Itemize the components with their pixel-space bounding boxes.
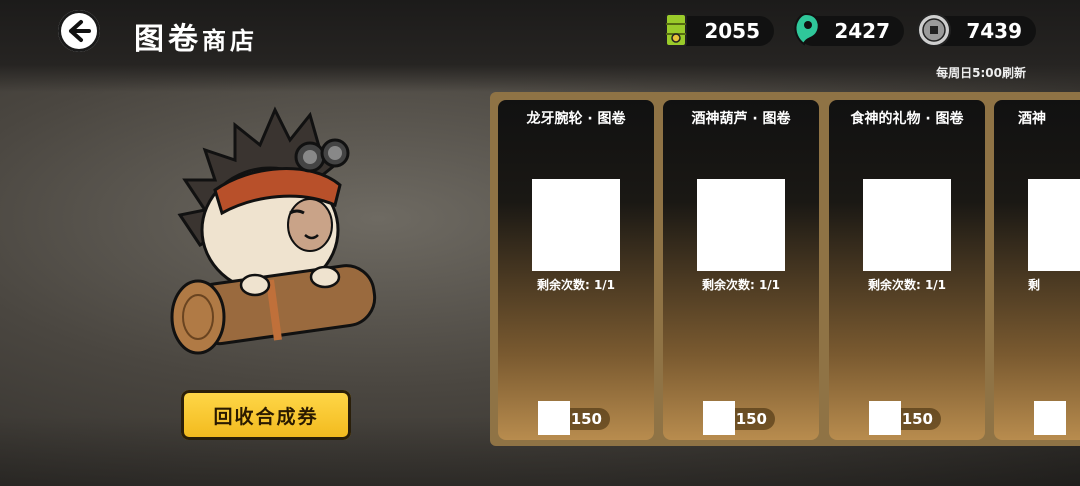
back-button[interactable] <box>58 10 100 52</box>
page-title: 图卷商店 <box>134 14 258 58</box>
item-title: 食神的礼物 · 图卷 <box>850 111 964 127</box>
arrow-left-icon <box>69 20 91 42</box>
refresh-notice: 每周日5:00刷新 <box>936 66 1026 80</box>
item-remaining-count: 剩余次数: 1/1 <box>867 278 947 292</box>
coin-icon <box>917 13 951 47</box>
shop-item-card[interactable]: 龙牙腕轮 · 图卷 剩余次数: 1/1 150 <box>498 100 654 440</box>
currency-scroll: 2055 <box>665 13 774 47</box>
price-currency-icon <box>1034 401 1066 435</box>
currency-magatama-value: 2427 <box>834 19 890 43</box>
item-image <box>697 179 785 271</box>
item-price[interactable]: 150 <box>703 401 775 435</box>
item-remaining-count: 剩 <box>1028 278 1041 292</box>
hedgehog-mascot-illustration <box>170 106 377 355</box>
item-remaining-count: 剩余次数: 1/1 <box>701 278 781 292</box>
page-title-sub: 商店 <box>202 26 258 55</box>
item-title: 龙牙腕轮 · 图卷 <box>526 111 626 127</box>
currency-magatama: 2427 <box>794 12 904 46</box>
price-currency-icon <box>869 401 901 435</box>
shop-item-card[interactable]: 酒神葫芦 · 图卷 剩余次数: 1/1 150 <box>663 100 819 440</box>
item-image <box>532 179 620 271</box>
price-currency-icon <box>703 401 735 435</box>
redeem-synthesis-ticket-button[interactable]: 回收合成券 <box>181 390 351 440</box>
item-price[interactable] <box>1034 401 1080 435</box>
item-title: 酒神葫芦 · 图卷 <box>691 111 791 127</box>
item-price-value: 150 <box>735 410 767 428</box>
shop-item-panel: 龙牙腕轮 · 图卷 剩余次数: 1/1 150 酒神葫芦 · 图卷 剩余次数: … <box>490 92 1080 446</box>
item-price[interactable]: 150 <box>869 401 941 435</box>
item-price-value: 150 <box>570 410 602 428</box>
shop-item-card[interactable]: 食神的礼物 · 图卷 剩余次数: 1/1 150 <box>829 100 985 440</box>
item-image <box>863 179 951 271</box>
price-currency-icon <box>538 401 570 435</box>
currency-coin: 7439 <box>917 13 1036 47</box>
item-price-value: 150 <box>901 410 933 428</box>
page-title-main: 图卷 <box>134 22 202 57</box>
green-magatama-icon <box>794 12 820 46</box>
shop-item-card-partial[interactable]: 酒神 剩 <box>994 100 1080 440</box>
item-title: 酒神 <box>1018 111 1046 127</box>
item-remaining-count: 剩余次数: 1/1 <box>536 278 616 292</box>
currency-scroll-value: 2055 <box>704 19 760 43</box>
bamboo-scroll-icon <box>665 13 687 47</box>
currency-coin-value: 7439 <box>966 19 1022 43</box>
item-price[interactable]: 150 <box>538 401 610 435</box>
item-image <box>1028 179 1080 271</box>
